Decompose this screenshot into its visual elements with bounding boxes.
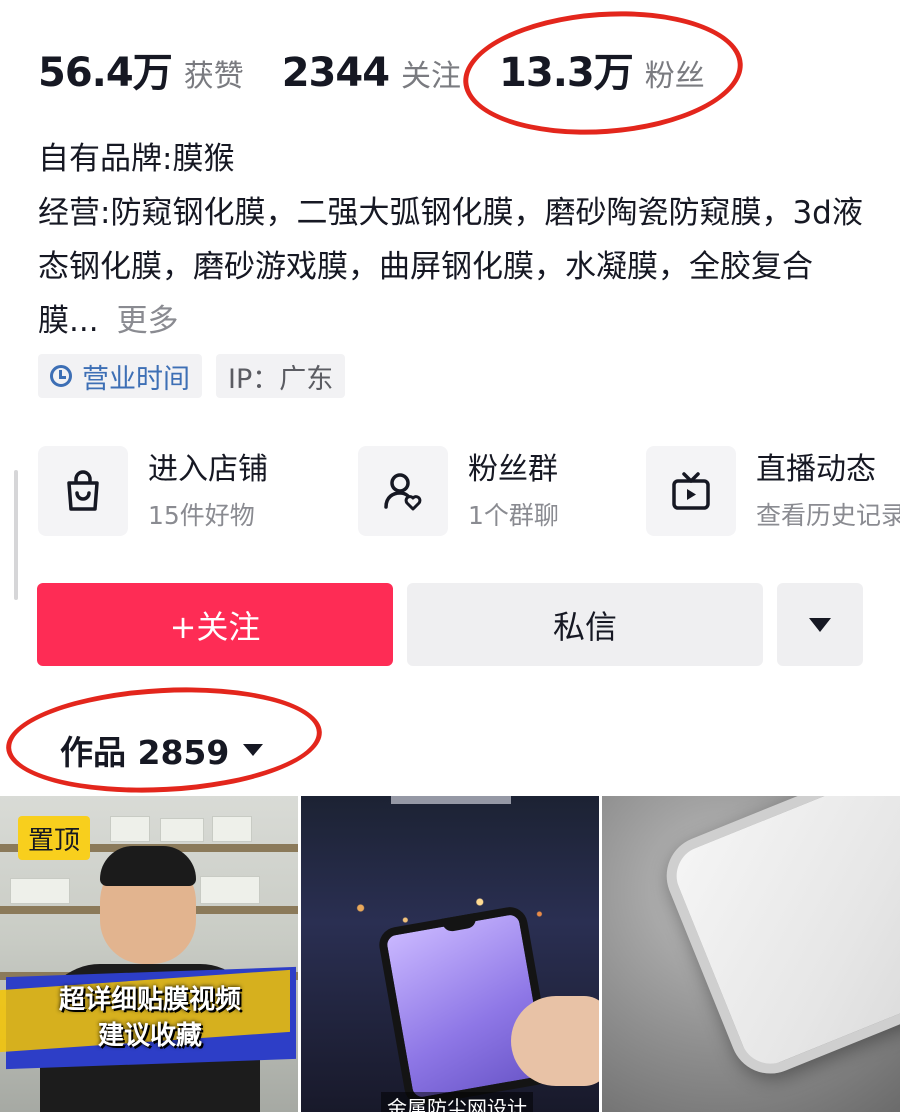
profile-bio: 自有品牌:膜猴 经营:防窥钢化膜，二强大弧钢化膜，磨砂陶瓷防窥膜，3d液态钢化膜…	[38, 132, 868, 348]
fan-group-sub: 1个群聊	[468, 501, 559, 530]
caret-down-icon	[243, 744, 264, 756]
video-thumbnail[interactable]	[602, 796, 900, 1112]
bio-business-line: 经营:防窥钢化膜，二强大弧钢化膜，磨砂陶瓷防窥膜，3d液态钢化膜，磨砂游戏膜，曲…	[38, 186, 868, 348]
shop-entry[interactable]: 进入店铺 15件好物	[38, 446, 268, 538]
follow-button[interactable]: +关注	[37, 583, 393, 666]
pinned-badge: 置顶	[18, 816, 91, 860]
following-count: 2344	[281, 50, 390, 96]
business-hours-label: 营业时间	[82, 363, 190, 395]
followers-count: 13.3万	[499, 50, 634, 96]
scrollbar[interactable]	[14, 470, 18, 600]
fan-group-title: 粉丝群	[468, 452, 558, 487]
ip-location-label: IP：广东	[228, 363, 334, 395]
live-entry-sub: 查看历史记录	[756, 501, 900, 530]
business-hours-tag[interactable]: 营业时间	[38, 354, 202, 398]
stat-following[interactable]: 2344 关注	[282, 50, 461, 96]
video-caption: 超详细贴膜视频 建议收藏	[20, 982, 280, 1054]
fan-group-entry[interactable]: 粉丝群 1个群聊	[358, 446, 559, 538]
person-graphic	[100, 846, 196, 886]
fan-group-icon	[358, 446, 448, 536]
hand-graphic	[511, 996, 599, 1086]
shopping-bag-icon	[38, 446, 128, 536]
profile-stats: 56.4万 获赞 2344 关注 13.3万 粉丝	[38, 40, 743, 96]
live-entry[interactable]: 直播动态 查看历史记录	[646, 446, 900, 538]
product-box-graphic	[10, 878, 70, 904]
video-caption-line: 超详细贴膜视频	[58, 985, 241, 1015]
profile-tags: 营业时间 IP：广东	[38, 354, 346, 398]
profile-entries: 进入店铺 15件好物 粉丝群 1个群聊 直播动态 查看历史记录	[38, 446, 900, 538]
bio-more-link[interactable]: 更多	[117, 303, 179, 339]
product-box-graphic	[110, 816, 150, 842]
stat-likes[interactable]: 56.4万 获赞	[38, 40, 244, 98]
video-thumbnail[interactable]: 超详细贴膜视频 建议收藏 置顶	[0, 796, 298, 1112]
clock-icon	[50, 365, 72, 387]
followers-label: 粉丝	[644, 59, 705, 94]
works-tab-label: 作品 2859	[60, 733, 230, 772]
likes-count: 56.4万	[38, 50, 173, 96]
works-tab[interactable]: 作品 2859	[60, 726, 264, 774]
more-options-button[interactable]	[777, 583, 863, 666]
stat-followers[interactable]: 13.3万 粉丝	[499, 40, 705, 98]
live-entry-title: 直播动态	[756, 452, 876, 487]
video-grid: 超详细贴膜视频 建议收藏 置顶 金属防尘网设计	[0, 796, 900, 1112]
shop-entry-sub: 15件好物	[148, 501, 255, 530]
following-label: 关注	[401, 59, 462, 94]
video-caption-line: 建议收藏	[97, 1021, 202, 1051]
likes-label: 获赞	[183, 59, 244, 94]
product-box-graphic	[212, 816, 252, 842]
shop-entry-title: 进入店铺	[148, 452, 268, 487]
video-overlay-text: 金属防尘网设计	[381, 1092, 533, 1112]
phone-graphic	[654, 796, 900, 1086]
bio-brand-line: 自有品牌:膜猴	[38, 141, 235, 177]
profile-actions: +关注 私信	[37, 583, 863, 666]
live-tv-icon	[646, 446, 736, 536]
product-box-graphic	[200, 876, 260, 904]
ip-location-tag: IP：广东	[216, 354, 346, 398]
video-thumbnail[interactable]: 金属防尘网设计	[301, 796, 599, 1112]
caret-down-icon	[809, 617, 831, 632]
video-overlay-text	[391, 796, 511, 804]
message-button[interactable]: 私信	[407, 583, 763, 666]
product-box-graphic	[160, 818, 204, 842]
